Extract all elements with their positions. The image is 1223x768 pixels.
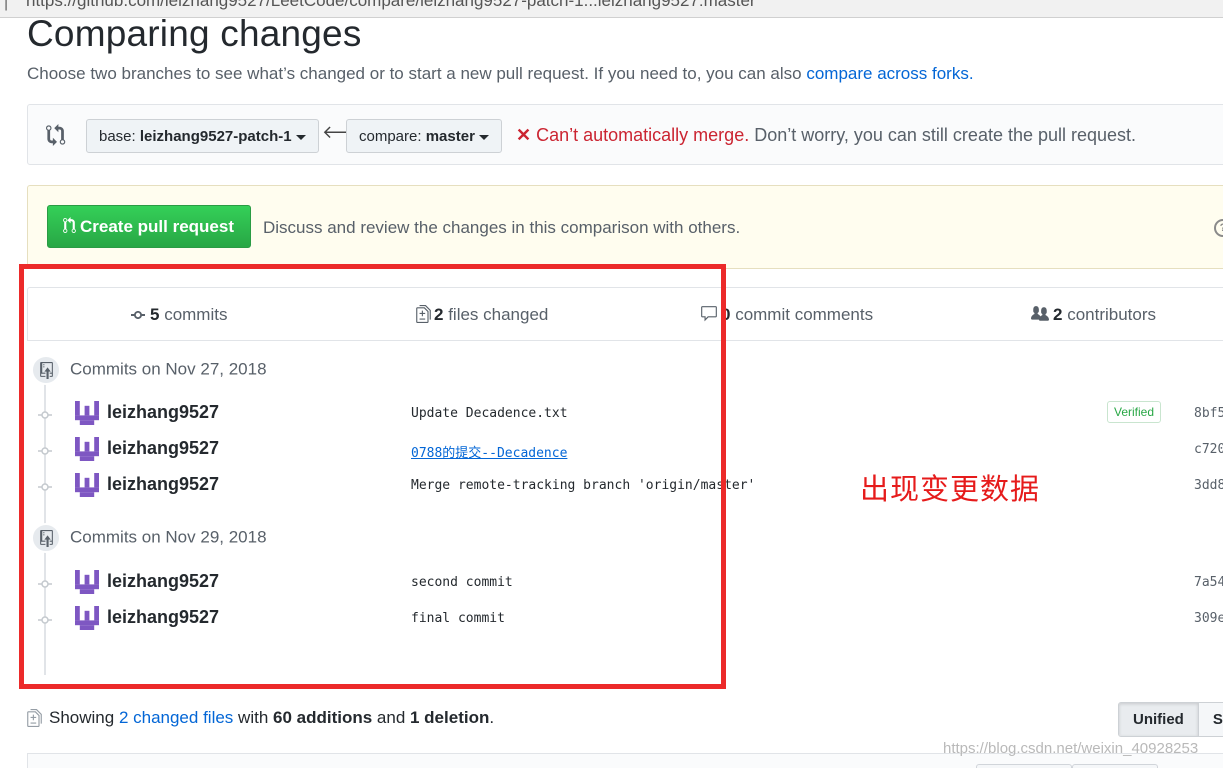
unified-view-button[interactable]: Unified <box>1119 703 1198 736</box>
commit-sha[interactable]: 7a54 <box>1194 575 1223 590</box>
git-compare-icon <box>46 124 66 146</box>
files-summary: Showing 2 changed files with 60 addition… <box>27 708 494 728</box>
merge-status: ✕ Can’t automatically merge. Don’t worry… <box>516 125 1136 146</box>
changed-files-link[interactable]: 2 changed files <box>119 708 233 727</box>
watermark: https://blog.csdn.net/weixin_40928253 <box>943 740 1199 757</box>
create-pr-panel: Create pull request Discuss and review t… <box>27 185 1223 269</box>
additions-count: 60 additions <box>273 708 373 727</box>
merge-note-text: Don’t worry, you can still create the pu… <box>749 125 1137 145</box>
files-summary-prefix: Showing <box>49 708 119 727</box>
address-bar-separator: | <box>4 0 9 11</box>
help-icon[interactable]: ? <box>1214 219 1223 237</box>
files-summary-and: and <box>372 708 410 727</box>
commit-sha[interactable]: 309e <box>1194 611 1223 626</box>
diff-view-toggle: Unified Sp <box>1118 702 1223 737</box>
files-summary-period: . <box>489 708 495 727</box>
page-title: Comparing changes <box>27 13 362 54</box>
files-summary-with: with <box>233 708 273 727</box>
create-pull-request-button[interactable]: Create pull request <box>47 205 251 248</box>
base-branch-name: leizhang9527-patch-1 <box>139 128 292 145</box>
base-branch-prefix: base: <box>99 128 140 145</box>
compare-across-forks-link[interactable]: compare across forks. <box>806 64 973 83</box>
git-pull-request-icon <box>63 217 76 233</box>
base-branch-select[interactable]: base: leizhang9527-patch-1 <box>86 119 319 153</box>
x-icon: ✕ <box>516 125 532 145</box>
merge-error-text: Can’t automatically merge. <box>536 125 750 145</box>
split-view-button[interactable]: Sp <box>1197 703 1223 736</box>
chevron-down-icon <box>478 134 489 140</box>
compare-branch-prefix: compare: <box>359 128 426 145</box>
compare-branch-name: master <box>425 128 475 145</box>
create-pr-description: Discuss and review the changes in this c… <box>263 218 741 237</box>
branch-range-editor: base: leizhang9527-patch-1 🡐 compare: ma… <box>27 104 1223 165</box>
page-subtitle: Choose two branches to see what’s change… <box>27 64 974 84</box>
comments-label: commit comments <box>730 305 874 324</box>
file-diff-icon <box>27 709 42 727</box>
file-action-button[interactable] <box>1072 764 1158 768</box>
contributors-label: contributors <box>1062 305 1157 324</box>
chevron-down-icon <box>295 134 306 140</box>
annotation-text: 出现变更数据 <box>860 472 1041 506</box>
commit-sha[interactable]: 8bf5 <box>1194 406 1223 421</box>
tab-contributors[interactable]: 2 contributors <box>1030 305 1156 325</box>
deletions-count: 1 deletion <box>410 708 490 727</box>
create-pull-request-label: Create pull request <box>80 217 234 236</box>
file-action-button[interactable] <box>976 764 1072 768</box>
commit-sha[interactable]: c720 <box>1194 442 1223 457</box>
highlight-annotation-box <box>19 264 726 689</box>
address-bar-url[interactable]: https://github.com/leizhang9527/LeetCode… <box>26 0 756 11</box>
compare-branch-select[interactable]: compare: master <box>346 119 502 153</box>
people-icon <box>1031 306 1049 321</box>
verified-badge[interactable]: Verified <box>1107 401 1161 423</box>
subtitle-text: Choose two branches to see what’s change… <box>27 64 807 83</box>
commit-sha[interactable]: 3dd8 <box>1194 478 1223 493</box>
